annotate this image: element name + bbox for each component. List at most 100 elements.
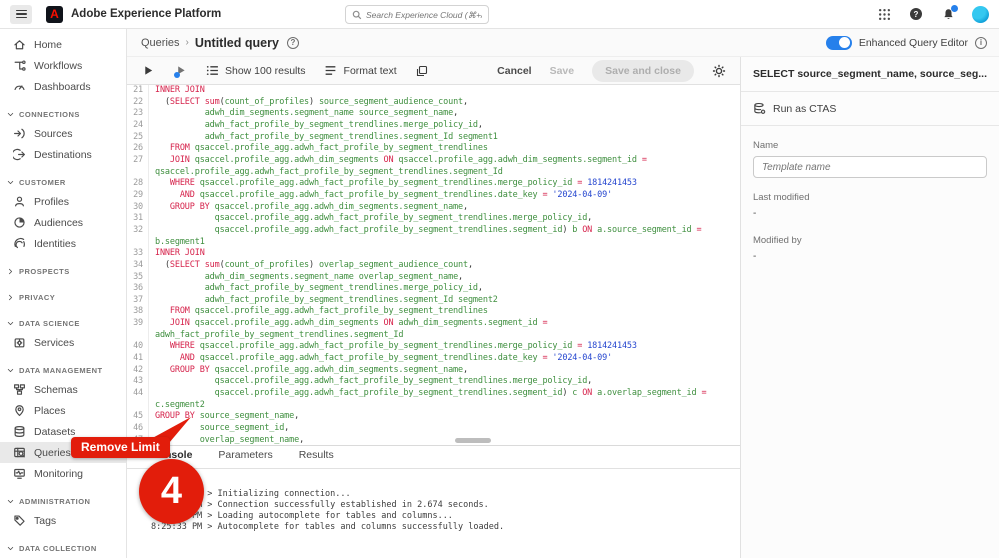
sidebar-item-sources[interactable]: Sources	[0, 123, 126, 144]
code-line-33[interactable]: 33INNER JOIN	[127, 248, 740, 260]
code-line-43[interactable]: 43 qsaccel.profile_agg.adwh_fact_profile…	[127, 376, 740, 388]
code-line-41[interactable]: 41 AND qsaccel.profile_agg.adwh_fact_pro…	[127, 353, 740, 365]
code-line-34[interactable]: 34 (SELECT sum(count_of_profiles) overla…	[127, 260, 740, 272]
notification-dot	[951, 5, 958, 12]
sidebar-section-data-science[interactable]: DATA SCIENCE	[0, 314, 126, 332]
code-text: JOIN qsaccel.profile_agg.adwh_dim_segmen…	[149, 155, 740, 178]
code-line-25[interactable]: 25 adwh_fact_profile_by_segment_trendlin…	[127, 132, 740, 144]
tab-parameters[interactable]: Parameters	[218, 449, 272, 468]
sidebar-item-schemas[interactable]: Schemas	[0, 379, 126, 400]
global-search[interactable]	[345, 5, 489, 24]
run-query-button[interactable]	[141, 64, 155, 78]
code-line-40[interactable]: 40 WHERE qsaccel.profile_agg.adwh_fact_p…	[127, 341, 740, 353]
code-line-23[interactable]: 23 adwh_dim_segments.segment_name source…	[127, 108, 740, 120]
tags-icon	[13, 514, 26, 527]
code-line-32[interactable]: 32 qsaccel.profile_agg.adwh_fact_profile…	[127, 225, 740, 248]
query-info-icon[interactable]: ?	[287, 37, 299, 49]
code-line-21[interactable]: 21INNER JOIN	[127, 85, 740, 97]
code-line-24[interactable]: 24 adwh_fact_profile_by_segment_trendlin…	[127, 120, 740, 132]
code-line-45[interactable]: 45GROUP BY source_segment_name,	[127, 411, 740, 423]
code-line-47[interactable]: 47 overlap_segment_name,	[127, 435, 740, 445]
save-and-close-button[interactable]: Save and close	[592, 60, 694, 82]
modified-by-value: -	[753, 251, 987, 262]
console-panel: ConsoleParametersResults 8:25:12 PM > In…	[127, 445, 740, 558]
save-button[interactable]: Save	[550, 65, 575, 77]
sidebar-item-home[interactable]: Home	[0, 34, 126, 55]
sidebar-item-label: Monitoring	[34, 468, 83, 480]
code-line-29[interactable]: 29 AND qsaccel.profile_agg.adwh_fact_pro…	[127, 190, 740, 202]
gear-icon	[712, 64, 726, 78]
code-line-42[interactable]: 42 GROUP BY qsaccel.profile_agg.adwh_dim…	[127, 365, 740, 377]
cancel-button[interactable]: Cancel	[497, 65, 531, 77]
sidebar-item-identities[interactable]: Identities	[0, 233, 126, 254]
sidebar-item-services[interactable]: Services	[0, 332, 126, 353]
sidebar-section-data-collection[interactable]: DATA COLLECTION	[0, 539, 126, 557]
sidebar-item-places[interactable]: Places	[0, 400, 126, 421]
enhanced-query-editor-toggle[interactable]	[826, 36, 852, 50]
destinations-icon	[13, 148, 26, 161]
sidebar-item-monitoring[interactable]: Monitoring	[0, 463, 126, 484]
app-switcher-button[interactable]	[876, 6, 892, 22]
sidebar-item-dashboards[interactable]: Dashboards	[0, 76, 126, 97]
line-number: 32	[127, 225, 149, 248]
code-line-28[interactable]: 28 WHERE qsaccel.profile_agg.adwh_fact_p…	[127, 178, 740, 190]
template-name-input[interactable]	[753, 156, 987, 178]
code-text: FROM qsaccel.profile_agg.adwh_fact_profi…	[149, 306, 740, 318]
sidebar-item-tags[interactable]: Tags	[0, 510, 126, 531]
places-icon	[13, 404, 26, 417]
dashboards-icon	[13, 80, 26, 93]
breadcrumb-queries-link[interactable]: Queries	[141, 37, 180, 49]
tab-results[interactable]: Results	[299, 449, 334, 468]
sidebar-section-connections[interactable]: CONNECTIONS	[0, 105, 126, 123]
line-number: 42	[127, 365, 149, 377]
show-results-button[interactable]: Show 100 results	[205, 64, 306, 78]
code-text: adwh_dim_segments.segment_name overlap_s…	[149, 272, 740, 284]
console-log-line: 8:25:12 PM > Initializing connection...	[151, 489, 740, 500]
console-output: 8:25:12 PM > Initializing connection... 8…	[127, 469, 740, 558]
line-number: 25	[127, 132, 149, 144]
code-line-27[interactable]: 27 JOIN qsaccel.profile_agg.adwh_dim_seg…	[127, 155, 740, 178]
console-log-line: 8:25:15 PM > Loading autocomplete for ta…	[151, 511, 740, 522]
sidebar-section-administration[interactable]: ADMINISTRATION	[0, 492, 126, 510]
sql-code-editor[interactable]: 21INNER JOIN22 (SELECT sum(count_of_prof…	[127, 85, 740, 445]
sidebar-section-data-management[interactable]: DATA MANAGEMENT	[0, 361, 126, 379]
copy-query-button[interactable]	[415, 64, 429, 78]
code-line-37[interactable]: 37 adwh_fact_profile_by_segment_trendlin…	[127, 295, 740, 307]
format-text-button[interactable]: Format text	[324, 64, 397, 78]
line-number: 41	[127, 353, 149, 365]
code-line-36[interactable]: 36 adwh_fact_profile_by_segment_trendlin…	[127, 283, 740, 295]
list-icon	[205, 64, 219, 78]
code-line-46[interactable]: 46 source_segment_id,	[127, 423, 740, 435]
code-line-38[interactable]: 38 FROM qsaccel.profile_agg.adwh_fact_pr…	[127, 306, 740, 318]
user-avatar[interactable]	[972, 6, 989, 23]
sidebar-item-destinations[interactable]: Destinations	[0, 144, 126, 165]
sidebar-item-audiences[interactable]: Audiences	[0, 212, 126, 233]
search-input[interactable]	[366, 10, 482, 20]
sidebar-item-label: Profiles	[34, 196, 69, 208]
sidebar-section-customer[interactable]: CUSTOMER	[0, 173, 126, 191]
console-log-line: 8:25:33 PM > Autocomplete for tables and…	[151, 522, 740, 533]
hamburger-menu-button[interactable]	[10, 5, 32, 24]
code-line-22[interactable]: 22 (SELECT sum(count_of_profiles) source…	[127, 97, 740, 109]
help-button[interactable]: ?	[908, 6, 924, 22]
code-line-35[interactable]: 35 adwh_dim_segments.segment_name overla…	[127, 272, 740, 284]
run-as-ctas-button[interactable]: Run as CTAS	[741, 92, 999, 126]
editor-horizontal-scrollbar[interactable]	[455, 438, 491, 443]
enhanced-editor-info-icon[interactable]: i	[975, 37, 987, 49]
sidebar-item-profiles[interactable]: Profiles	[0, 191, 126, 212]
sidebar-section-privacy[interactable]: PRIVACY	[0, 288, 126, 306]
code-line-31[interactable]: 31 qsaccel.profile_agg.adwh_fact_profile…	[127, 213, 740, 225]
code-line-26[interactable]: 26 FROM qsaccel.profile_agg.adwh_fact_pr…	[127, 143, 740, 155]
query-preview-text: SELECT source_segment_name, source_seg..…	[741, 57, 999, 92]
sidebar-item-workflows[interactable]: Workflows	[0, 55, 126, 76]
run-selected-button[interactable]	[173, 64, 187, 78]
sidebar-section-prospects[interactable]: PROSPECTS	[0, 262, 126, 280]
code-line-44[interactable]: 44 qsaccel.profile_agg.adwh_fact_profile…	[127, 388, 740, 411]
query-toolbar: Show 100 results Format text Cancel Save	[127, 57, 740, 85]
settings-gear-button[interactable]	[712, 64, 726, 78]
code-text: GROUP BY qsaccel.profile_agg.adwh_dim_se…	[149, 202, 740, 214]
code-line-30[interactable]: 30 GROUP BY qsaccel.profile_agg.adwh_dim…	[127, 202, 740, 214]
code-line-39[interactable]: 39 JOIN qsaccel.profile_agg.adwh_dim_seg…	[127, 318, 740, 341]
notifications-button[interactable]	[940, 6, 956, 22]
sidebar-item-label: Audiences	[34, 217, 83, 229]
